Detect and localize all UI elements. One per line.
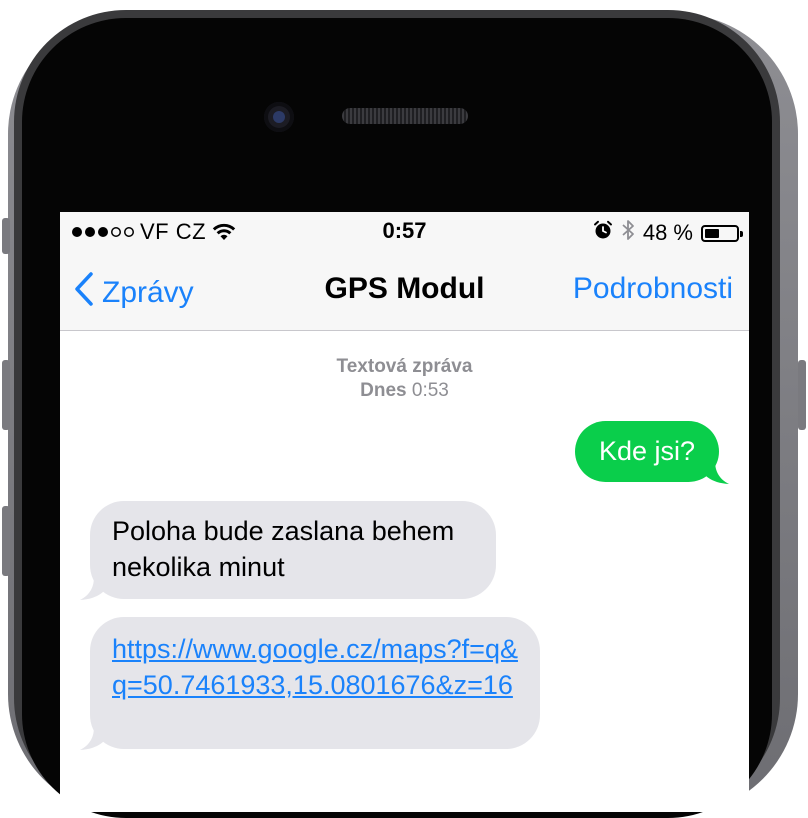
alarm-icon [593, 220, 613, 246]
message-text: Kde jsi? [598, 436, 695, 466]
details-button[interactable]: Podrobnosti [573, 272, 733, 306]
incoming-message-bubble[interactable]: https://www.google.cz/maps?f=q&q=50.7461… [90, 617, 540, 749]
phone-screen: VF CZ 0:57 48 % Zprávy GPS Modul Podrobn… [60, 212, 749, 812]
battery-tip [740, 230, 743, 237]
message-type-label: Textová zpráva [336, 356, 473, 377]
chevron-left-icon [74, 272, 94, 314]
timestamp-day: Dnes [360, 380, 407, 401]
thread-header: Textová zpráva Dnes 0:53 [60, 355, 749, 403]
mute-switch [2, 218, 10, 254]
power-button [798, 360, 806, 430]
message-text: Poloha bude zaslana behem nekolika minut [112, 516, 455, 582]
incoming-message-bubble[interactable]: Poloha bude zaslana behem nekolika minut [90, 501, 496, 599]
volume-up-button [2, 360, 10, 430]
volume-down-button [2, 506, 10, 576]
timestamp-time: 0:53 [411, 380, 449, 401]
back-button-label: Zprávy [102, 276, 194, 309]
bluetooth-icon [621, 219, 635, 247]
outgoing-bubble-tail [697, 461, 729, 484]
incoming-bubble-tail [80, 727, 112, 750]
front-camera [264, 102, 294, 132]
status-bar: VF CZ 0:57 48 % [60, 212, 749, 250]
message-thread[interactable]: Textová zpráva Dnes 0:53 Kde jsi? Poloha… [60, 331, 749, 811]
battery-icon [701, 224, 743, 242]
status-right: 48 % [593, 219, 743, 247]
battery-fill [705, 228, 719, 238]
navigation-bar: Zprávy GPS Modul Podrobnosti [60, 250, 749, 331]
earpiece-speaker [342, 108, 468, 124]
message-link[interactable]: https://www.google.cz/maps?f=q&q=50.7461… [112, 634, 518, 700]
back-button[interactable]: Zprávy [74, 272, 194, 314]
battery-percent: 48 % [642, 220, 693, 245]
message-timestamp: Dnes 0:53 [60, 379, 749, 403]
incoming-bubble-tail [80, 577, 112, 600]
